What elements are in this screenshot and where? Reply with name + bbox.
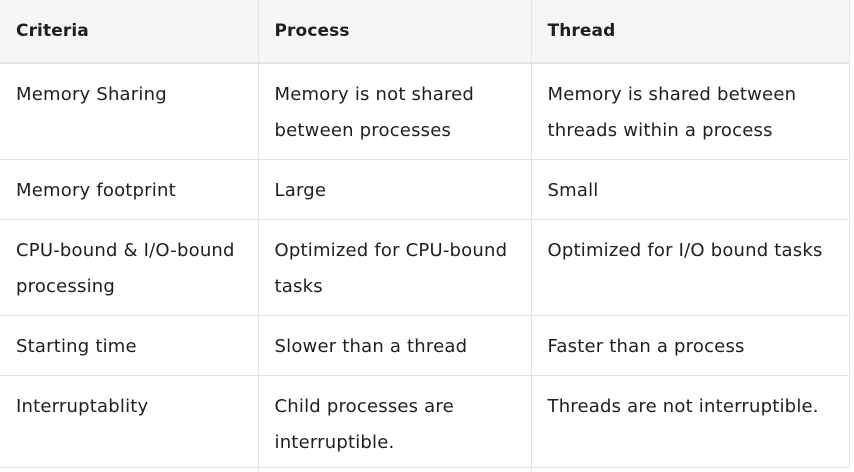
cell-thread: Threads are not interruptible. — [530, 375, 849, 472]
comparison-table-container: Criteria Process Thread Memory Sharing M… — [0, 0, 850, 472]
table-row: Memory footprint Large Small — [0, 159, 849, 220]
cell-criteria: Memory Sharing — [0, 62, 258, 160]
header-thread: Thread — [530, 0, 849, 64]
cell-criteria: Memory footprint — [0, 159, 258, 220]
header-criteria: Criteria — [0, 0, 258, 64]
table-row: CPU-bound & I/O-bound processing Optimiz… — [0, 219, 849, 316]
table-row: Starting time Slower than a thread Faste… — [0, 315, 849, 376]
cell-process: Memory is not shared between processes — [257, 62, 531, 160]
table-row: Interruptablity Child processes are inte… — [0, 375, 849, 472]
table-header-row: Criteria Process Thread — [0, 0, 849, 64]
cell-criteria: Interruptablity — [0, 375, 258, 472]
cell-process: Large — [257, 159, 531, 220]
table-row: Memory Sharing Memory is not shared betw… — [0, 62, 849, 160]
cell-process: Child processes are interruptible. — [257, 375, 531, 472]
cell-criteria: Starting time — [0, 315, 258, 376]
cell-thread: Optimized for I/O bound tasks — [530, 219, 849, 316]
process-vs-thread-table: Criteria Process Thread Memory Sharing M… — [0, 0, 849, 472]
cell-process: Optimized for CPU-bound tasks — [257, 219, 531, 316]
cell-thread: Memory is shared between threads within … — [530, 62, 849, 160]
cell-thread: Faster than a process — [530, 315, 849, 376]
cell-thread: Small — [530, 159, 849, 220]
cell-criteria: CPU-bound & I/O-bound processing — [0, 219, 258, 316]
cell-process: Slower than a thread — [257, 315, 531, 376]
header-process: Process — [257, 0, 531, 64]
